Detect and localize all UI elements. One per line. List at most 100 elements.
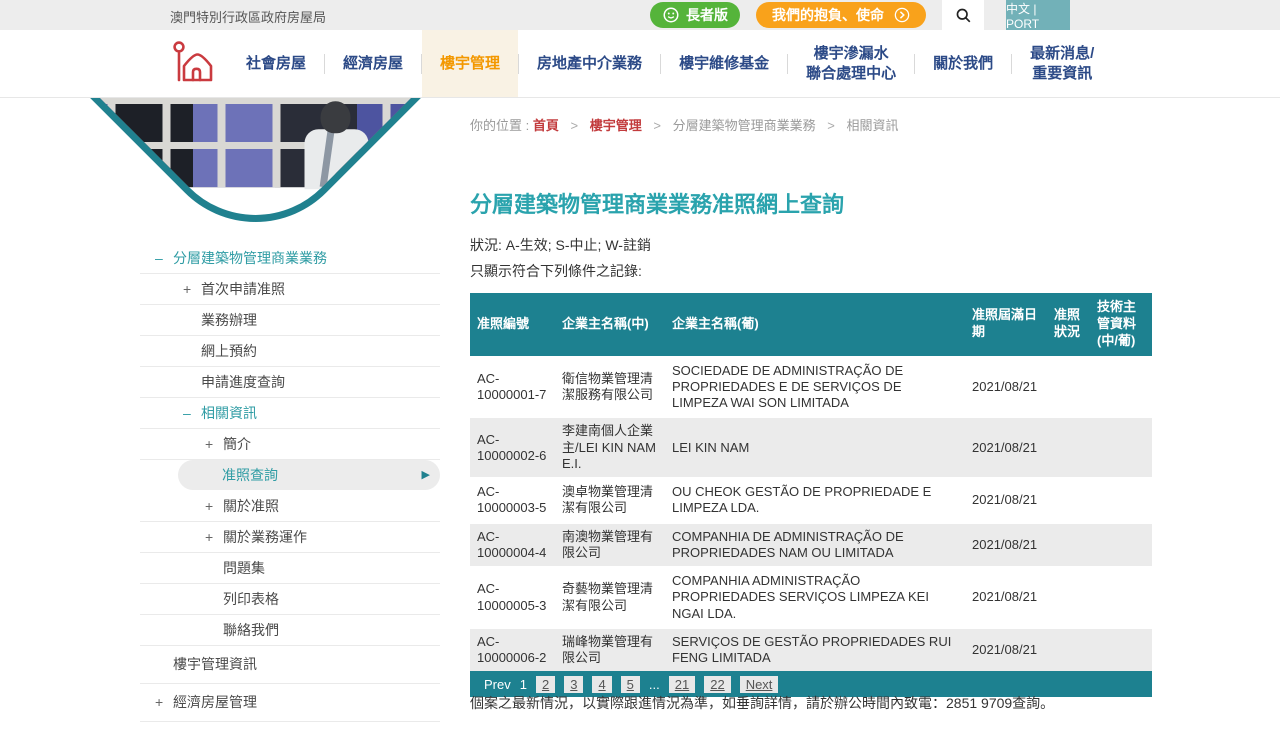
cell-tech (1090, 478, 1152, 523)
elder-version-button[interactable]: 長者版 (650, 2, 740, 28)
cell-license-no: AC-10000001-7 (470, 357, 555, 418)
col-status: 准照狀況 (1047, 293, 1090, 357)
cell-status (1047, 523, 1090, 568)
col-expiry: 准照屆滿日期 (965, 293, 1047, 357)
breadcrumb: 你的位置 : 首頁 > 樓宇管理 > 分層建築物管理商業業務 > 相關資訊 (470, 115, 898, 134)
filter-note: 只顯示符合下列條件之記錄: (470, 261, 642, 281)
search-icon (955, 7, 972, 24)
cell-expiry: 2021/08/21 (965, 567, 1047, 628)
breadcrumb-separator: > (571, 118, 579, 133)
cell-owner-pt: LEI KIN NAM (665, 417, 965, 478)
table-row: AC-10000003-5 澳卓物業管理清潔有限公司 OU CHEOK GEST… (470, 478, 1152, 523)
page: 澳門特別行政區政府房屋局 長者版 我們的抱負、使命 中文 | PORT (0, 0, 1280, 733)
active-pill: 准照查詢 ▶ (178, 460, 440, 490)
site-name: 澳門特別行政區政府房屋局 (170, 7, 326, 26)
sidebar-item-about-license[interactable]: +關於准照 (140, 491, 440, 522)
nav-item-social-housing[interactable]: 社會房屋 (228, 30, 324, 97)
sidebar-item-about-business-operation[interactable]: +關於業務運作 (140, 522, 440, 553)
pagination-ellipsis: ... (649, 677, 660, 692)
sidebar-item-building-management-info[interactable]: 樓宇管理資訊 (140, 646, 440, 684)
cell-tech (1090, 357, 1152, 418)
elder-face-icon (662, 6, 680, 24)
sidebar-item-business-handling[interactable]: 業務辦理 (140, 305, 440, 336)
sidebar-item-economic-housing-management[interactable]: +經濟房屋管理 (140, 684, 440, 722)
elder-version-label: 長者版 (686, 5, 728, 25)
pagination-prev[interactable]: Prev (484, 677, 511, 692)
nav-item-economic-housing[interactable]: 經濟房屋 (325, 30, 421, 97)
cell-license-no: AC-10000003-5 (470, 478, 555, 523)
pagination-page-21[interactable]: 21 (669, 676, 695, 693)
mission-button[interactable]: 我們的抱負、使命 (756, 2, 926, 28)
pagination-next[interactable]: Next (740, 676, 779, 693)
monitor-grid (85, 98, 435, 187)
table-row: AC-10000002-6 李建南個人企業主/LEI KIN NAM E.I. … (470, 417, 1152, 478)
cell-license-no: AC-10000005-3 (470, 567, 555, 628)
pagination-page-4[interactable]: 4 (592, 676, 611, 693)
sidebar-item-online-booking[interactable]: 網上預約 (140, 336, 440, 367)
mission-label: 我們的抱負、使命 (772, 5, 884, 25)
hero-photo (85, 98, 435, 233)
cell-status (1047, 478, 1090, 523)
sidebar-item-application-progress[interactable]: 申請進度查詢 (140, 367, 440, 398)
breadcrumb-home-link[interactable]: 首頁 (533, 118, 559, 133)
status-legend: 狀況: A-生效; S-中止; W-註銷 (470, 235, 651, 255)
cell-tech (1090, 417, 1152, 478)
housing-bureau-logo-icon[interactable] (168, 39, 216, 87)
sidebar-item-print-forms[interactable]: 列印表格 (140, 584, 440, 615)
cell-expiry: 2021/08/21 (965, 478, 1047, 523)
pagination-page-22[interactable]: 22 (704, 676, 730, 693)
breadcrumb-prefix: 你的位置 : (470, 118, 529, 133)
cell-owner-pt: OU CHEOK GESTÃO DE PROPRIEDADE E LIMPEZA… (665, 478, 965, 523)
breadcrumb-separator: > (827, 118, 835, 133)
topbar-actions: 長者版 我們的抱負、使命 中文 | PORT (650, 0, 1070, 30)
sidebar-item-faq[interactable]: 問題集 (140, 553, 440, 584)
cell-owner-zh: 衛信物業管理清潔服務有限公司 (555, 357, 665, 418)
cell-expiry: 2021/08/21 (965, 523, 1047, 568)
sidebar-item-contact-us[interactable]: 聯絡我們 (140, 615, 440, 646)
breadcrumb-current: 相關資訊 (846, 118, 898, 133)
language-label: 中文 | PORT (1006, 0, 1070, 31)
breadcrumb-separator: > (653, 118, 661, 133)
pagination-page-3[interactable]: 3 (564, 676, 583, 693)
sidebar-item-introduction[interactable]: +簡介 (140, 429, 440, 460)
nav-item-water-seepage-center[interactable]: 樓宇滲漏水聯合處理中心 (788, 30, 914, 97)
sidebar-item-related-info[interactable]: –相關資訊 (140, 398, 440, 429)
cell-tech (1090, 567, 1152, 628)
main-nav: 社會房屋 經濟房屋 樓宇管理 房地產中介業務 樓宇維修基金 樓宇滲漏水聯合處理中… (0, 30, 1280, 98)
cell-tech (1090, 523, 1152, 568)
cell-status (1047, 628, 1090, 672)
table-row: AC-10000001-7 衛信物業管理清潔服務有限公司 SOCIEDADE D… (470, 357, 1152, 418)
table-row: AC-10000004-4 南澳物業管理有限公司 COMPANHIA DE AD… (470, 523, 1152, 568)
license-table: 准照編號 企業主名稱(中) 企業主名稱(葡) 准照屆滿日期 准照狀況 技術主管資… (470, 293, 1152, 671)
col-license-no: 准照編號 (470, 293, 555, 357)
sidebar-item-license-enquiry[interactable]: 准照查詢 ▶ (140, 460, 440, 491)
nav-item-building-management[interactable]: 樓宇管理 (422, 30, 518, 97)
cell-expiry: 2021/08/21 (965, 357, 1047, 418)
cell-expiry: 2021/08/21 (965, 628, 1047, 672)
nav-item-about-us[interactable]: 關於我們 (915, 30, 1011, 97)
cctv-monitor-wall-photo (85, 98, 435, 219)
cell-license-no: AC-10000004-4 (470, 523, 555, 568)
table-header-row: 准照編號 企業主名稱(中) 企業主名稱(葡) 准照屆滿日期 准照狀況 技術主管資… (470, 293, 1152, 357)
cell-owner-zh: 瑞峰物業管理有限公司 (555, 628, 665, 672)
sidebar-menu: –分層建築物管理商業業務 +首次申請准照 業務辦理 網上預約 申請進度查詢 –相… (140, 243, 440, 722)
pagination-page-2[interactable]: 2 (536, 676, 555, 693)
language-switcher[interactable]: 中文 | PORT (1006, 0, 1070, 30)
nav-item-repair-fund[interactable]: 樓宇維修基金 (661, 30, 787, 97)
page-title: 分層建築物管理商業業務准照網上查詢 (470, 187, 844, 219)
sidebar-item-condo-management-business[interactable]: –分層建築物管理商業業務 (140, 243, 440, 274)
cell-owner-pt: SERVIÇOS DE GESTÃO PROPRIEDADES RUI FENG… (665, 628, 965, 672)
search-button[interactable] (942, 0, 984, 30)
nav-item-latest-news[interactable]: 最新消息/重要資訊 (1012, 30, 1112, 97)
cell-owner-zh: 澳卓物業管理清潔有限公司 (555, 478, 665, 523)
hero-diamond-frame (85, 98, 435, 233)
nav-item-real-estate-agency[interactable]: 房地產中介業務 (519, 30, 660, 97)
pagination-page-5[interactable]: 5 (621, 676, 640, 693)
sidebar-item-first-license-application[interactable]: +首次申請准照 (140, 274, 440, 305)
cell-tech (1090, 628, 1152, 672)
col-owner-zh: 企業主名稱(中) (555, 293, 665, 357)
breadcrumb-building-management-link[interactable]: 樓宇管理 (590, 118, 642, 133)
nav-list: 社會房屋 經濟房屋 樓宇管理 房地產中介業務 樓宇維修基金 樓宇滲漏水聯合處理中… (228, 30, 1112, 97)
person-head (321, 101, 351, 133)
cell-owner-pt: SOCIEDADE DE ADMINISTRAÇÃO DE PROPRIEDAD… (665, 357, 965, 418)
